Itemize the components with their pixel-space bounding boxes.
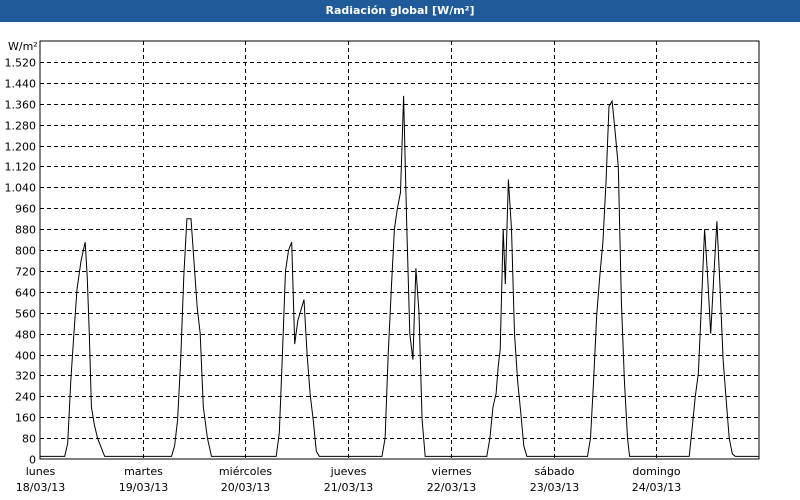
x-tick-day-label: sábado	[535, 465, 575, 478]
y-tick-label: 960	[15, 203, 36, 216]
x-tick-date-label: 19/03/13	[119, 481, 168, 494]
y-tick-label: 720	[15, 266, 36, 279]
x-tick-day-label: jueves	[330, 465, 367, 478]
y-axis-ticks: 0801602403204004805606407208008809601.04…	[5, 57, 37, 467]
x-tick-day-label: miércoles	[219, 465, 272, 478]
x-tick-date-label: 18/03/13	[16, 481, 65, 494]
x-tick-day-label: domingo	[632, 465, 680, 478]
x-tick-date-label: 23/03/13	[530, 481, 579, 494]
x-tick-date-label: 20/03/13	[221, 481, 270, 494]
x-tick-date-label: 21/03/13	[324, 481, 373, 494]
x-tick-date-label: 24/03/13	[632, 481, 681, 494]
x-tick-date-label: 22/03/13	[427, 481, 476, 494]
y-tick-label: 480	[15, 329, 36, 342]
y-tick-label: 400	[15, 350, 36, 363]
y-tick-label: 160	[15, 412, 36, 425]
y-tick-label: 80	[22, 433, 36, 446]
y-tick-label: 320	[15, 370, 36, 383]
y-tick-label: 560	[15, 308, 36, 321]
chart-title: Radiación global [W/m²]	[0, 0, 800, 22]
y-tick-label: 1.040	[5, 182, 37, 195]
x-tick-day-label: martes	[124, 465, 163, 478]
y-tick-label: 1.200	[5, 141, 37, 154]
y-tick-label: 1.280	[5, 120, 37, 133]
x-tick-day-label: viernes	[431, 465, 471, 478]
x-tick-day-label: lunes	[26, 465, 56, 478]
x-axis-ticks: lunes 18/03/13 martes 19/03/13 miércoles 20/0…	[16, 465, 681, 494]
y-tick-label: 640	[15, 287, 36, 300]
y-tick-label: 1.120	[5, 161, 37, 174]
y-tick-label: 1.440	[5, 78, 37, 91]
y-tick-label: 240	[15, 391, 36, 404]
y-axis-unit-label: W/m²	[8, 40, 38, 53]
y-tick-label: 1.360	[5, 99, 37, 112]
chart-area: 0801602403204004805606407208008809601.04…	[5, 40, 760, 494]
y-tick-label: 1.520	[5, 57, 37, 70]
y-tick-label: 800	[15, 245, 36, 258]
y-tick-label: 880	[15, 224, 36, 237]
